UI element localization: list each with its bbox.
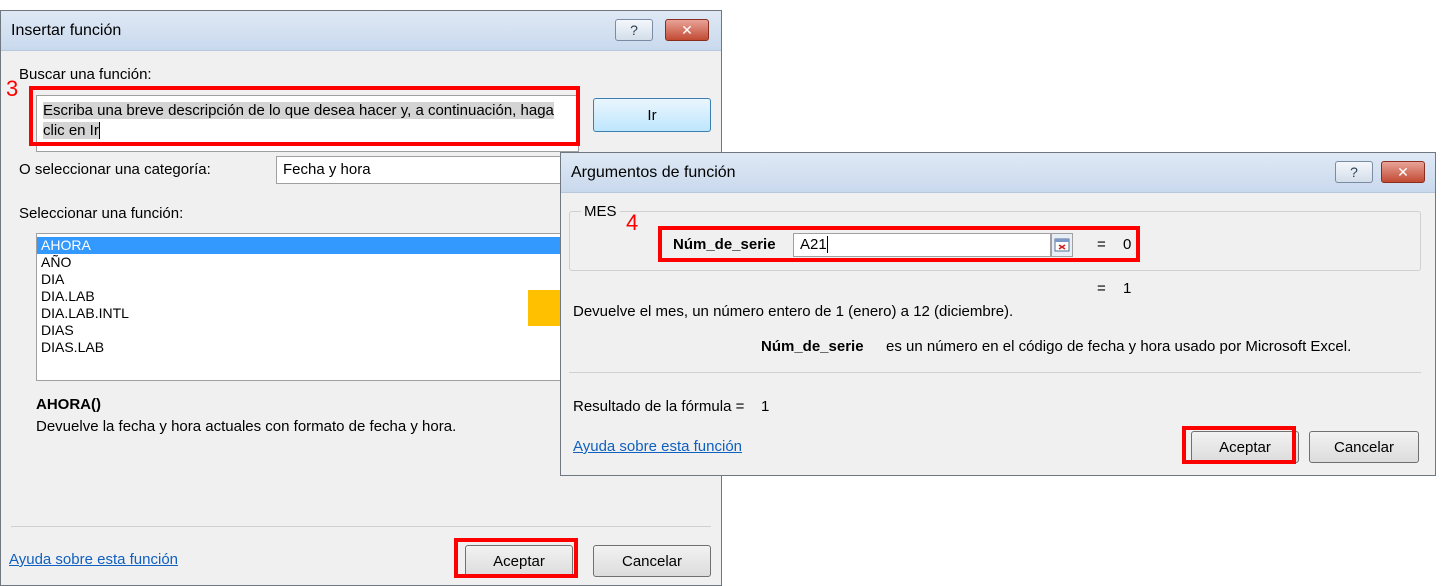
list-item[interactable]: DIA.LAB bbox=[37, 288, 565, 305]
function-arguments-titlebar: Argumentos de función ? ✕ bbox=[561, 153, 1435, 193]
close-button[interactable]: ✕ bbox=[1381, 161, 1425, 183]
function-description: Devuelve la fecha y hora actuales con fo… bbox=[36, 418, 457, 435]
step-4-annotation: 4 bbox=[626, 210, 639, 235]
cancel-button[interactable]: Cancelar bbox=[593, 545, 711, 577]
help-button[interactable]: ? bbox=[615, 19, 653, 41]
formula-result-label: Resultado de la fórmula = bbox=[573, 398, 745, 415]
step-3-annotation: 3 bbox=[6, 76, 19, 101]
function-name: MES bbox=[581, 203, 620, 220]
help-button[interactable]: ? bbox=[1335, 161, 1373, 183]
list-item[interactable]: AHORA bbox=[37, 237, 565, 254]
dialog-title: Insertar función bbox=[11, 22, 122, 39]
category-select[interactable]: Fecha y hora bbox=[276, 156, 566, 184]
search-highlight-box bbox=[29, 86, 580, 146]
dialog-title: Argumentos de función bbox=[571, 164, 736, 181]
function-description: Devuelve el mes, un número entero de 1 (… bbox=[573, 303, 1014, 320]
category-label: O seleccionar una categoría: bbox=[19, 161, 211, 178]
argument-help-text: es un número en el código de fecha y hor… bbox=[886, 338, 1352, 355]
function-list-label: Seleccionar una función: bbox=[19, 205, 184, 222]
help-link[interactable]: Ayuda sobre esta función bbox=[573, 438, 742, 455]
argument-help-name: Núm_de_serie bbox=[761, 338, 864, 355]
insert-function-titlebar: Insertar función ? ✕ bbox=[1, 11, 721, 51]
category-select-value: Fecha y hora bbox=[283, 161, 371, 178]
function-signature: AHORA() bbox=[36, 396, 101, 413]
ok-highlight-box-2 bbox=[1182, 426, 1296, 464]
function-arguments-dialog: Argumentos de función ? ✕ MES Núm_de_ser… bbox=[560, 152, 1436, 476]
ok-highlight-box bbox=[454, 538, 578, 578]
list-item[interactable]: DIAS bbox=[37, 322, 565, 339]
formula-result-value: 1 bbox=[761, 398, 770, 415]
list-item[interactable]: DIA.LAB.INTL bbox=[37, 305, 565, 322]
list-item[interactable]: DIAS.LAB bbox=[37, 339, 565, 356]
divider bbox=[569, 372, 1421, 373]
list-item[interactable]: DIA bbox=[37, 271, 565, 288]
function-result: 1 bbox=[1123, 280, 1132, 297]
go-button[interactable]: Ir bbox=[593, 98, 711, 132]
list-item[interactable]: AÑO bbox=[37, 254, 565, 271]
argument-highlight-box bbox=[658, 226, 1140, 262]
help-link[interactable]: Ayuda sobre esta función bbox=[9, 551, 178, 568]
function-equals: = bbox=[1097, 280, 1106, 297]
search-label: Buscar una función: bbox=[19, 66, 152, 83]
cancel-button[interactable]: Cancelar bbox=[1309, 431, 1419, 463]
close-button[interactable]: ✕ bbox=[665, 19, 709, 41]
divider bbox=[11, 526, 711, 527]
function-list[interactable]: AHORA AÑO DIA DIA.LAB DIA.LAB.INTL DIAS … bbox=[36, 233, 566, 381]
